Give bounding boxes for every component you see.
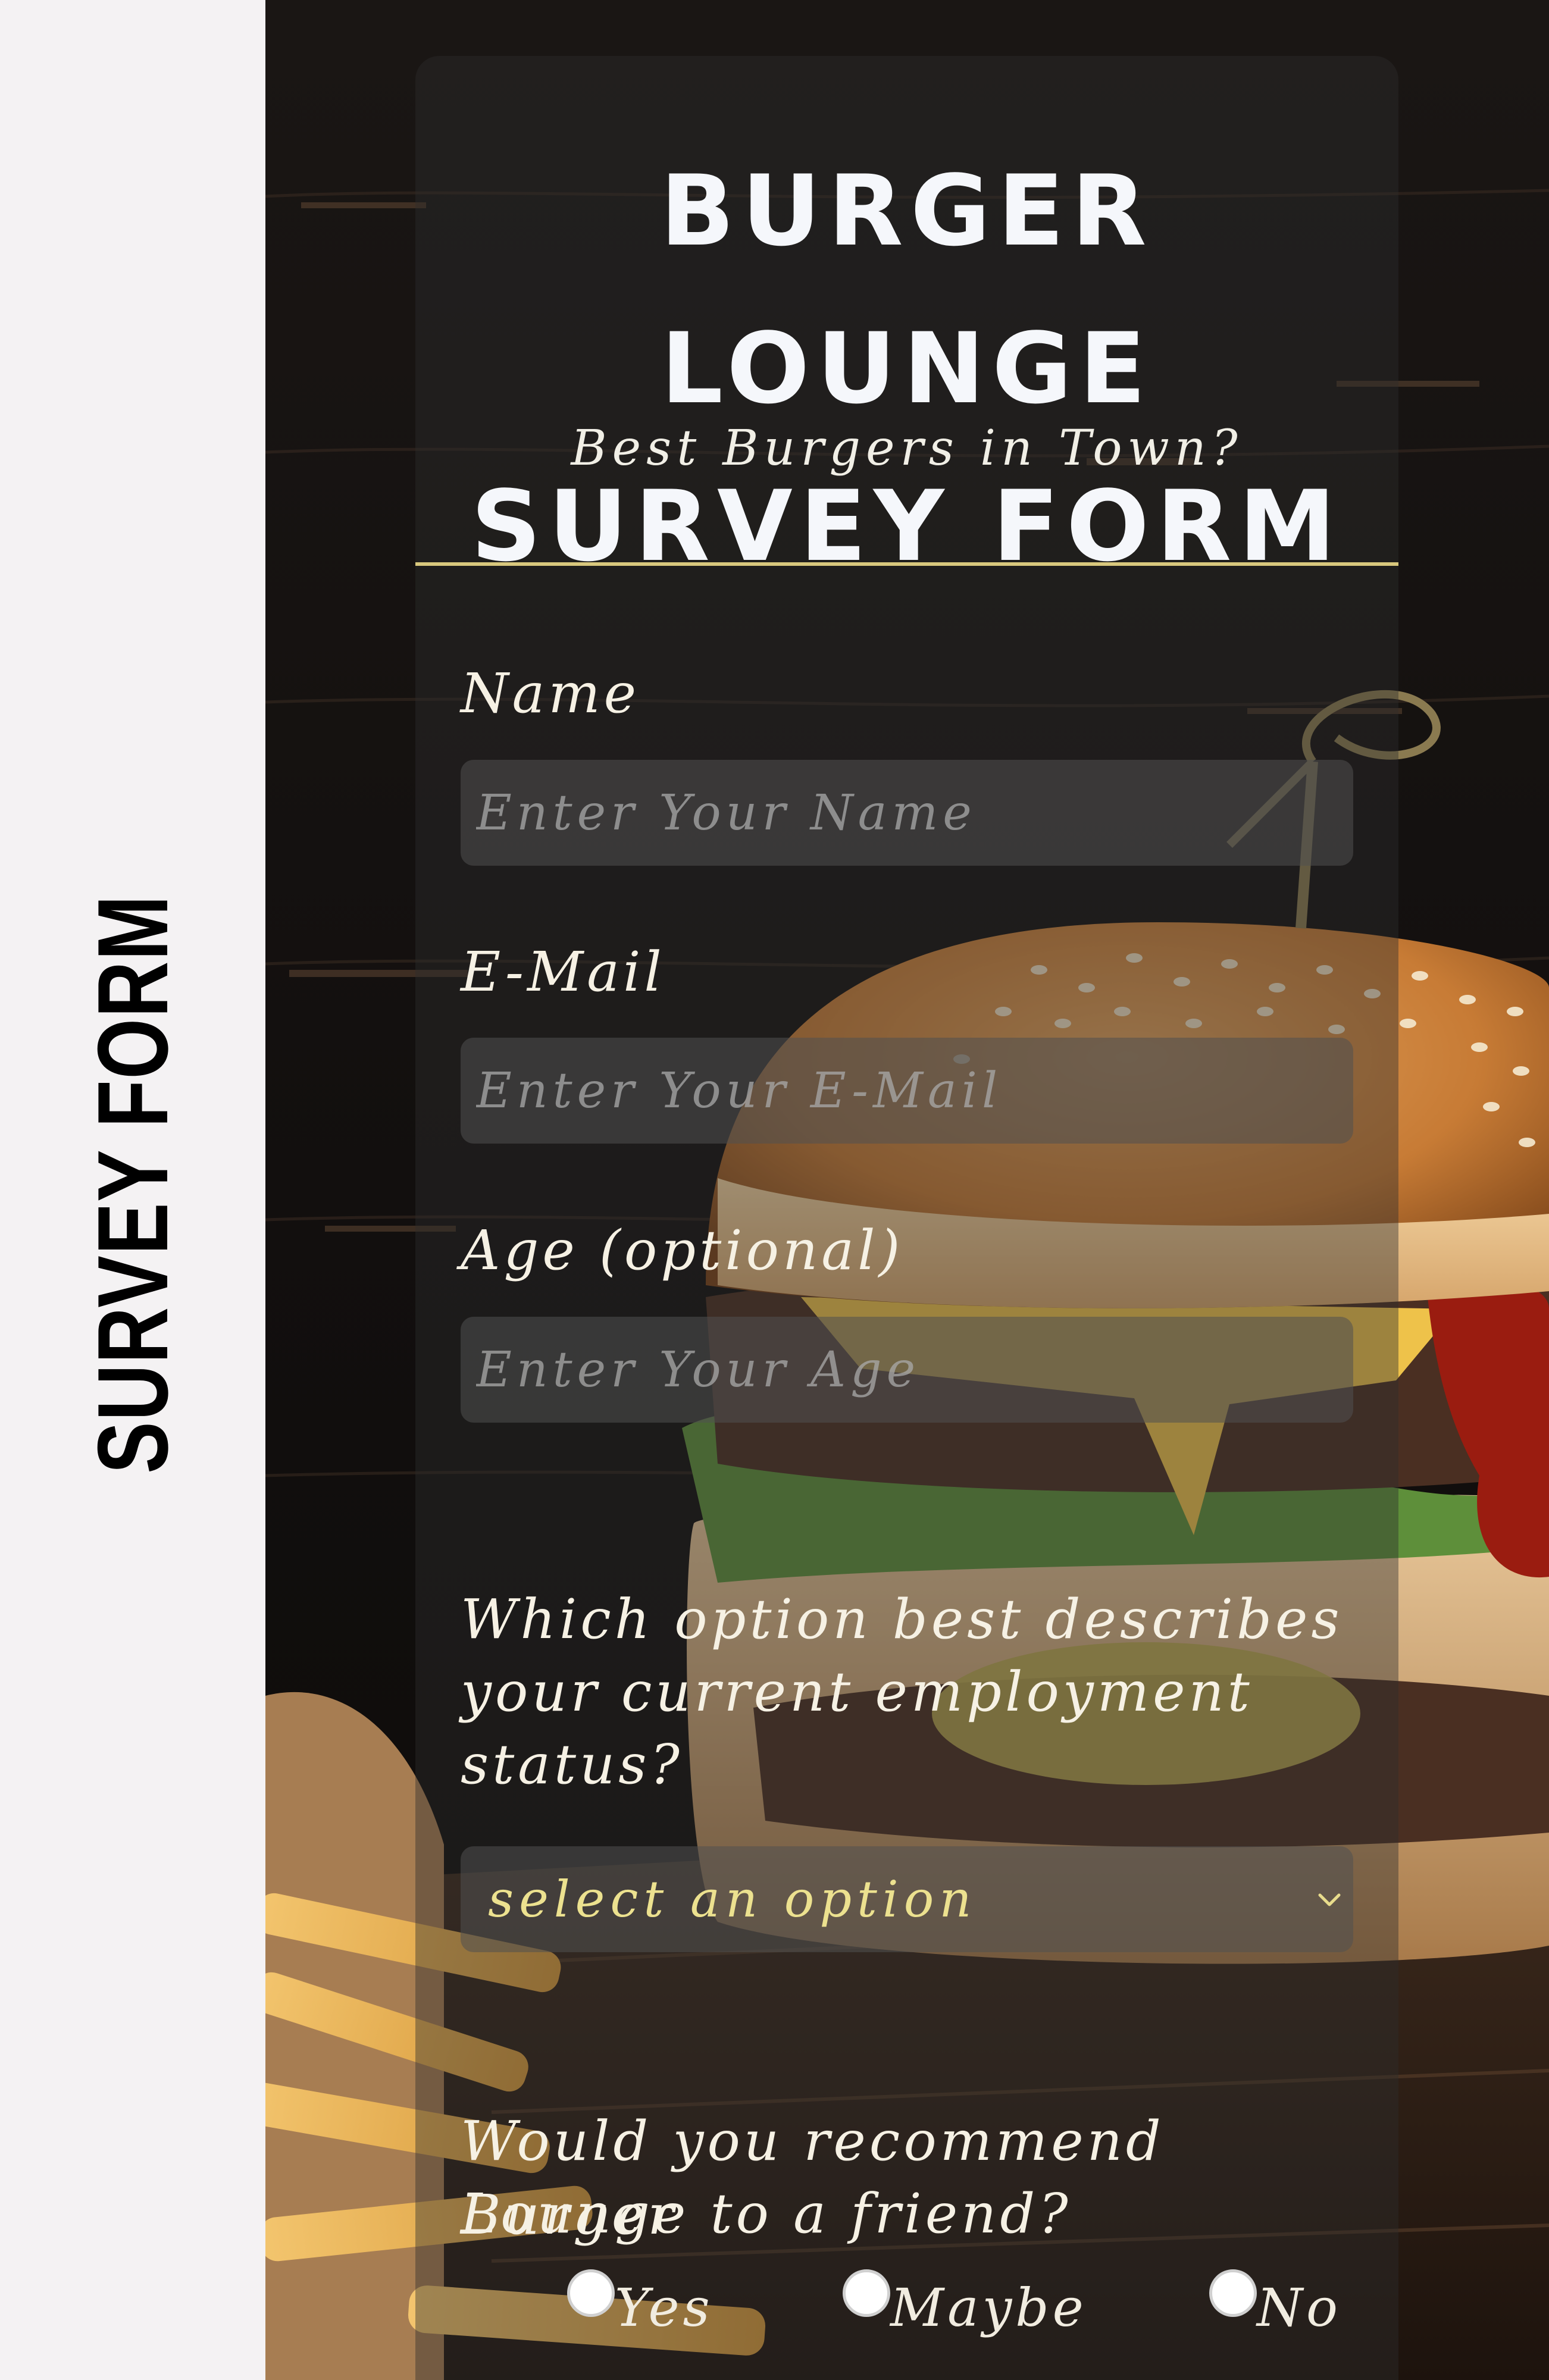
recommend-question-line-2: Lounge to a friend? <box>461 2182 1072 2246</box>
page-subtitle: Best Burgers in Town? <box>571 420 1243 477</box>
email-label: E-Mail <box>461 940 665 1004</box>
form-header: BURGER LOUNGE SURVEY FORM Best Burgers i… <box>415 56 1398 583</box>
employment-select-value: select an option <box>488 1870 977 1928</box>
radio-maybe-label: Maybe <box>890 2277 1087 2338</box>
survey-card: BURGER LOUNGE SURVEY FORM Best Burgers i… <box>415 56 1398 2380</box>
sidebar: SURVEY FORM <box>0 0 265 2380</box>
employment-question-line-1: Which option best describes <box>461 1587 1343 1651</box>
recommend-options: Yes Maybe No <box>415 2267 1398 2350</box>
page-title: BURGER LOUNGE SURVEY FORM <box>415 132 1398 605</box>
name-label: Name <box>461 662 640 725</box>
radio-maybe[interactable]: Maybe <box>843 2267 1087 2341</box>
radio-yes-button[interactable] <box>567 2269 615 2317</box>
chevron-down-icon <box>1318 1893 1341 1906</box>
age-label: Age (optional) <box>461 1219 904 1282</box>
employment-question-line-2: your current employment <box>461 1660 1253 1724</box>
radio-no-label: No <box>1257 2277 1341 2338</box>
radio-maybe-button[interactable] <box>843 2269 890 2317</box>
employment-select[interactable]: select an option <box>461 1846 1353 1952</box>
radio-no[interactable]: No <box>1209 2267 1341 2341</box>
email-input[interactable] <box>461 1038 1353 1144</box>
employment-question-line-3: status? <box>461 1733 683 1796</box>
title-line-1: BURGER LOUNGE <box>660 154 1154 425</box>
radio-yes[interactable]: Yes <box>567 2267 714 2341</box>
name-input[interactable] <box>461 760 1353 866</box>
age-input[interactable] <box>461 1317 1353 1423</box>
radio-no-button[interactable] <box>1209 2269 1257 2317</box>
sidebar-title: SURVEY FORM <box>77 894 189 1474</box>
radio-yes-label: Yes <box>615 2277 714 2338</box>
